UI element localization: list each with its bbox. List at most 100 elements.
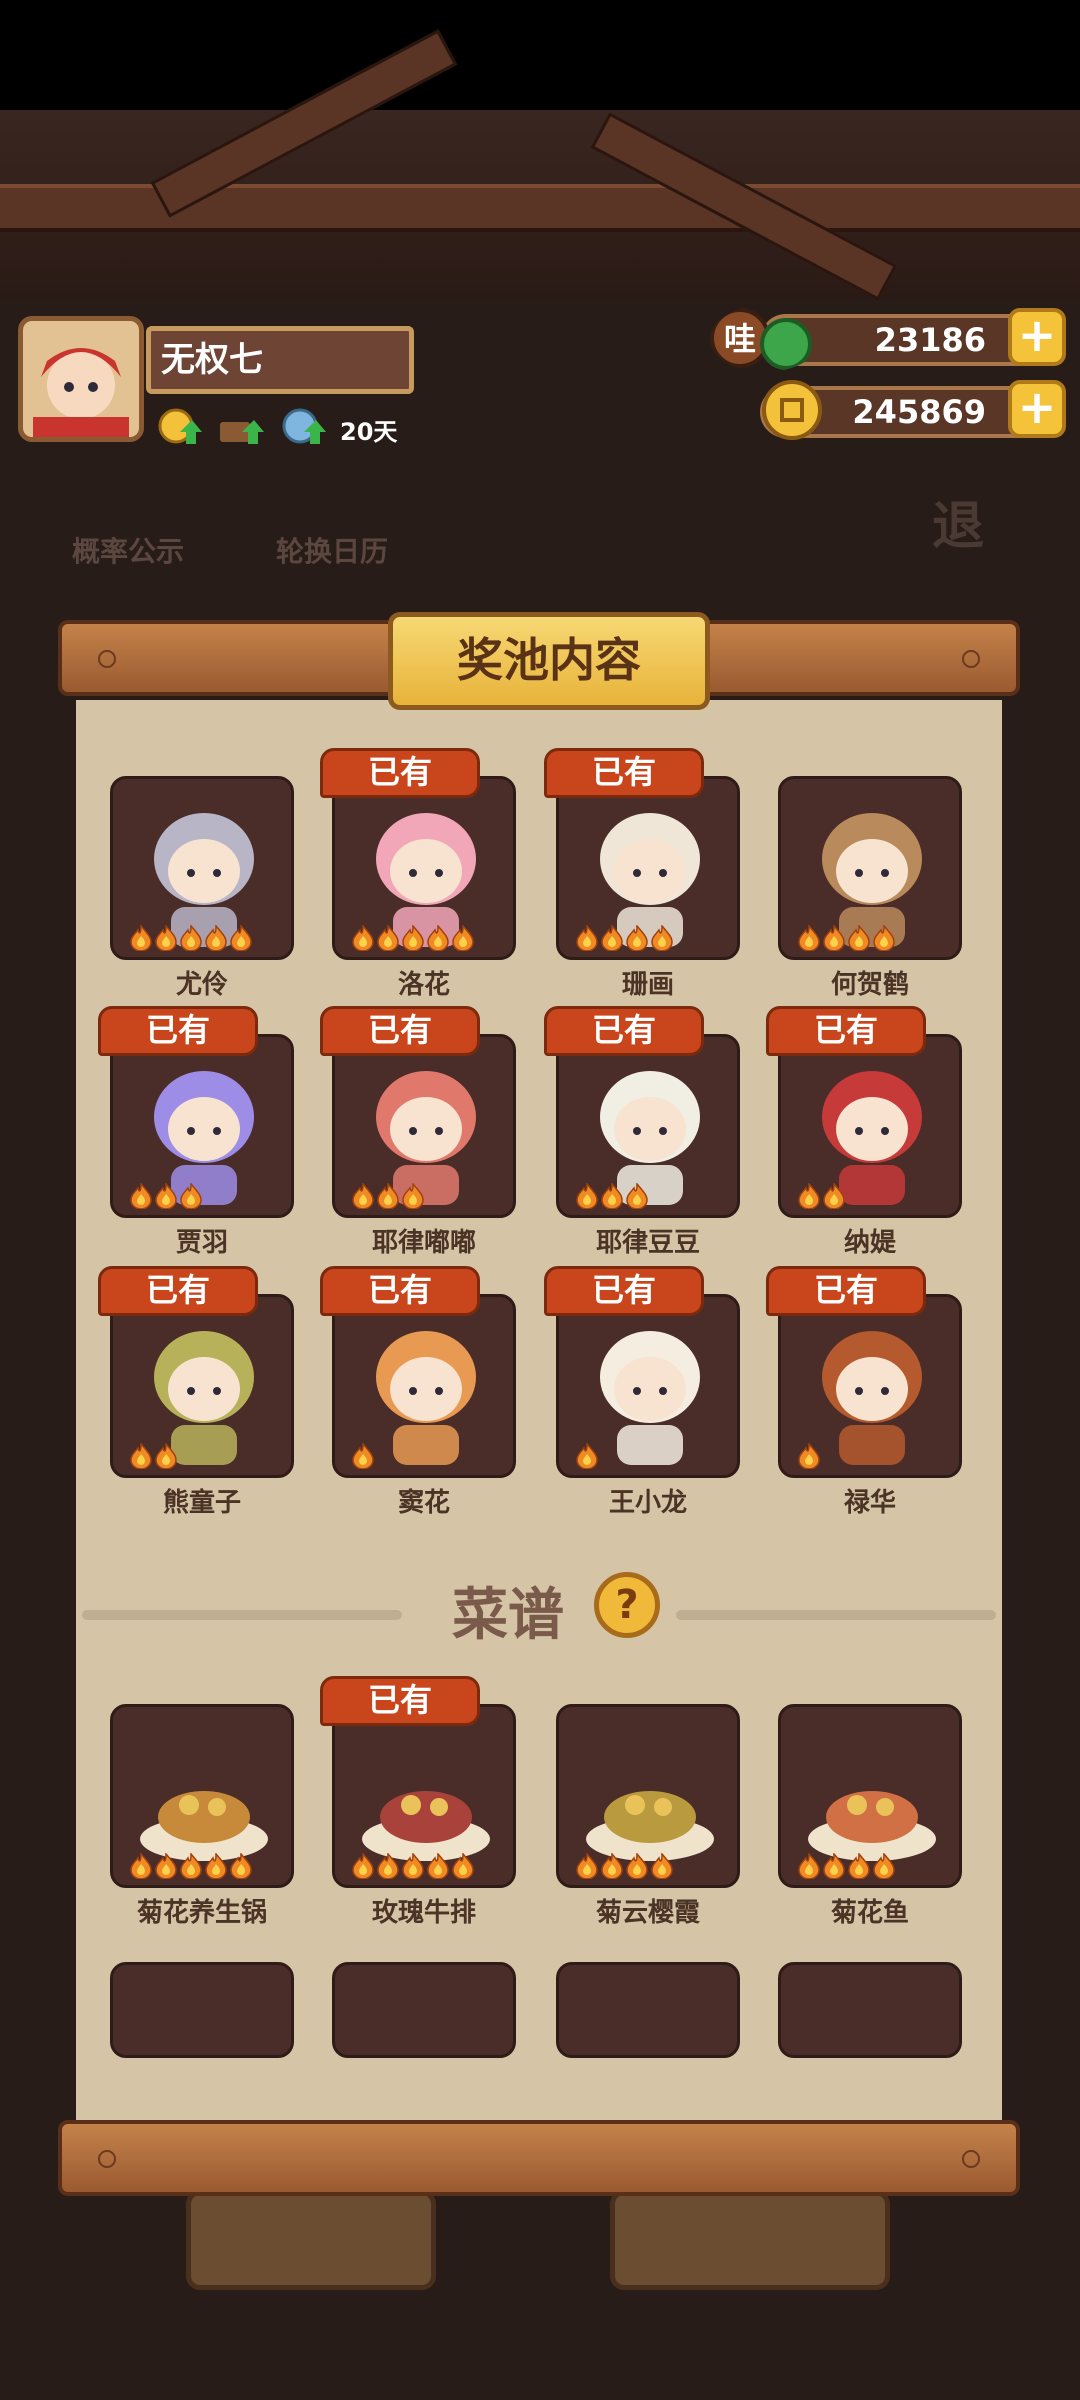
flame-icon xyxy=(575,1441,599,1470)
flame-icon xyxy=(204,1851,228,1880)
add-gems-button[interactable]: + xyxy=(1008,308,1066,366)
flame-icon xyxy=(129,1851,153,1880)
flame-icon xyxy=(822,1181,846,1210)
probability-button[interactable]: 概率公示 xyxy=(72,530,184,570)
recipe-name: 菊花鱼 xyxy=(830,1898,909,1928)
flame-icon xyxy=(625,923,649,952)
coin-boost-icon xyxy=(158,408,202,444)
flame-icon xyxy=(797,1441,821,1470)
flame-icon xyxy=(600,923,624,952)
flame-icon xyxy=(451,923,475,952)
flame-icon xyxy=(376,1181,400,1210)
exit-button[interactable]: 退 xyxy=(932,484,984,559)
flame-icon xyxy=(179,1181,203,1210)
buff-days: 20天 xyxy=(340,418,398,446)
character-card[interactable] xyxy=(110,776,294,960)
rarity-stars xyxy=(797,1181,847,1210)
character-name: 珊画 xyxy=(621,970,674,1000)
rarity-stars xyxy=(129,1181,204,1210)
flame-icon xyxy=(129,1181,153,1210)
roof-beams xyxy=(0,29,1080,301)
character-card[interactable] xyxy=(110,1294,294,1478)
character-card[interactable] xyxy=(778,1034,962,1218)
recipe-card[interactable] xyxy=(332,1704,516,1888)
owned-badge: 已有 xyxy=(766,1006,926,1056)
flame-icon xyxy=(129,923,153,952)
owned-badge: 已有 xyxy=(320,1006,480,1056)
character-card[interactable] xyxy=(556,776,740,960)
help-button[interactable]: ? xyxy=(594,1572,660,1638)
jade-icon: 哇 xyxy=(710,308,812,370)
flame-icon xyxy=(575,1851,599,1880)
flame-icon xyxy=(376,923,400,952)
owned-badge: 已有 xyxy=(544,1266,704,1316)
character-name: 尤伶 xyxy=(175,970,228,1000)
character-card[interactable] xyxy=(778,776,962,960)
flame-icon xyxy=(154,1441,178,1470)
rarity-stars xyxy=(575,1441,600,1470)
rarity-stars xyxy=(351,923,476,952)
owned-badge: 已有 xyxy=(98,1266,258,1316)
recipe-card[interactable] xyxy=(556,1704,740,1888)
flame-icon xyxy=(401,923,425,952)
speed-boost-icon xyxy=(282,408,326,444)
divider-left xyxy=(82,1610,402,1620)
flame-icon xyxy=(625,1851,649,1880)
svg-text:哇: 哇 xyxy=(724,320,756,358)
character-name: 耶律嘟嘟 xyxy=(371,1228,476,1258)
rarity-stars xyxy=(351,1851,476,1880)
owned-badge: 已有 xyxy=(766,1266,926,1316)
flame-icon xyxy=(625,1181,649,1210)
recipe-card-partial[interactable] xyxy=(778,1962,962,2058)
owned-badge: 已有 xyxy=(544,1006,704,1056)
player-avatar[interactable] xyxy=(18,316,144,442)
calendar-button[interactable]: 轮换日历 xyxy=(276,530,388,570)
flame-icon xyxy=(179,923,203,952)
character-card[interactable] xyxy=(332,1294,516,1478)
single-draw-button[interactable] xyxy=(186,2190,436,2290)
character-name: 洛花 xyxy=(397,970,450,1000)
flame-icon xyxy=(351,1851,375,1880)
flame-icon xyxy=(822,923,846,952)
character-card[interactable] xyxy=(556,1034,740,1218)
recipe-card[interactable] xyxy=(778,1704,962,1888)
flame-icon xyxy=(797,1181,821,1210)
owned-badge: 已有 xyxy=(320,748,480,798)
flame-icon xyxy=(822,1851,846,1880)
flame-icon xyxy=(401,1851,425,1880)
flame-icon xyxy=(129,1441,153,1470)
character-card[interactable] xyxy=(332,776,516,960)
recipe-name: 菊云樱霞 xyxy=(595,1898,700,1928)
divider-right xyxy=(676,1610,996,1620)
cook-boost-icon xyxy=(220,420,264,444)
character-card[interactable] xyxy=(332,1034,516,1218)
add-coins-button[interactable]: + xyxy=(1008,380,1066,438)
flame-icon xyxy=(376,1851,400,1880)
rarity-stars xyxy=(575,1181,650,1210)
recipe-card[interactable] xyxy=(110,1704,294,1888)
character-card[interactable] xyxy=(556,1294,740,1478)
flame-icon xyxy=(575,923,599,952)
character-card[interactable] xyxy=(110,1034,294,1218)
player-name: 无权七 xyxy=(146,326,414,394)
recipe-card-partial[interactable] xyxy=(332,1962,516,2058)
flame-icon xyxy=(847,1851,871,1880)
rarity-stars xyxy=(575,923,675,952)
character-name: 禄华 xyxy=(843,1488,896,1518)
character-name: 贾羽 xyxy=(175,1228,228,1258)
panel-title: 奖池内容 xyxy=(388,612,710,710)
flame-icon xyxy=(797,1851,821,1880)
recipe-card-partial[interactable] xyxy=(556,1962,740,2058)
flame-icon xyxy=(797,923,821,952)
flame-icon xyxy=(650,1851,674,1880)
flame-icon xyxy=(154,1181,178,1210)
ten-draw-button[interactable] xyxy=(610,2190,890,2290)
flame-icon xyxy=(600,1851,624,1880)
flame-icon xyxy=(600,1181,624,1210)
rarity-stars xyxy=(129,1441,179,1470)
flame-icon xyxy=(351,1441,375,1470)
character-card[interactable] xyxy=(778,1294,962,1478)
flame-icon xyxy=(351,1181,375,1210)
recipe-card-partial[interactable] xyxy=(110,1962,294,2058)
flame-icon xyxy=(229,1851,253,1880)
